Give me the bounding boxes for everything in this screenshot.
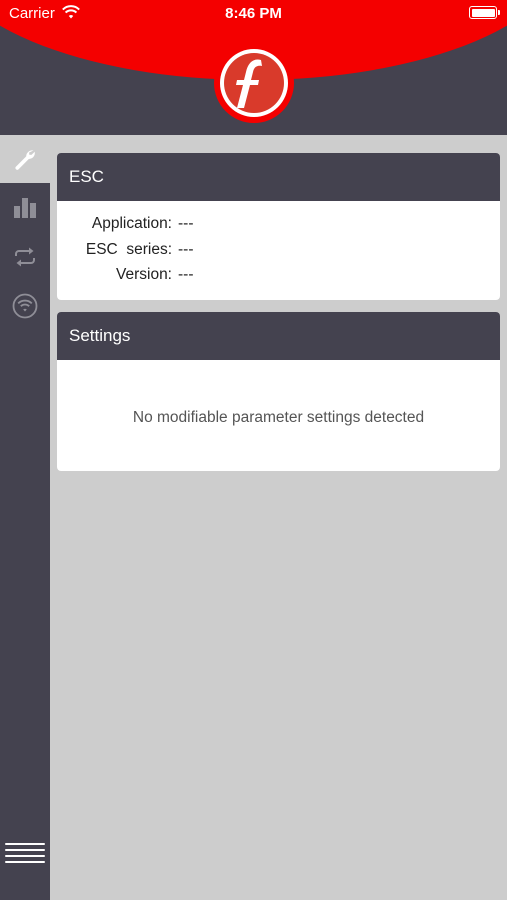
menu-line [5, 843, 45, 845]
sync-icon [15, 247, 35, 267]
application-label: Application: [91, 215, 172, 232]
version-label: Version: [115, 266, 172, 283]
sidebar-item-telemetry[interactable] [0, 183, 50, 231]
sidebar-item-wireless[interactable] [0, 282, 50, 330]
settings-card: Settings No modifiable parameter setting… [57, 312, 500, 471]
battery-icon [469, 6, 500, 19]
wifi-icon [12, 293, 38, 319]
version-row: Version: --- [57, 266, 500, 288]
wrench-icon [15, 150, 35, 170]
sidebar-item-sync[interactable] [0, 233, 50, 281]
application-row: Application: --- [57, 215, 500, 237]
settings-card-title: Settings [57, 312, 500, 360]
status-bar: Carrier 8:46 PM [0, 0, 507, 28]
bar-chart-icon [14, 198, 36, 218]
menu-line [5, 849, 45, 851]
no-settings-message: No modifiable parameter settings detecte… [132, 409, 425, 426]
app-header: Carrier 8:46 PM [0, 0, 507, 135]
esc-card-title: ESC [57, 153, 500, 201]
esc-series-label: ESC series: [85, 241, 172, 258]
app-logo [214, 43, 294, 123]
esc-series-value: --- [178, 241, 194, 258]
menu-line [5, 855, 45, 857]
sidebar-item-setup[interactable] [0, 135, 50, 183]
esc-series-row: ESC series: --- [57, 241, 500, 263]
sidebar [0, 135, 50, 900]
clock: 8:46 PM [225, 5, 282, 22]
menu-line [5, 861, 45, 863]
application-value: --- [178, 215, 194, 232]
hamburger-menu-icon[interactable] [5, 843, 45, 865]
version-value: --- [178, 266, 194, 283]
esc-card: ESC Application: --- ESC series: --- Ver… [57, 153, 500, 300]
